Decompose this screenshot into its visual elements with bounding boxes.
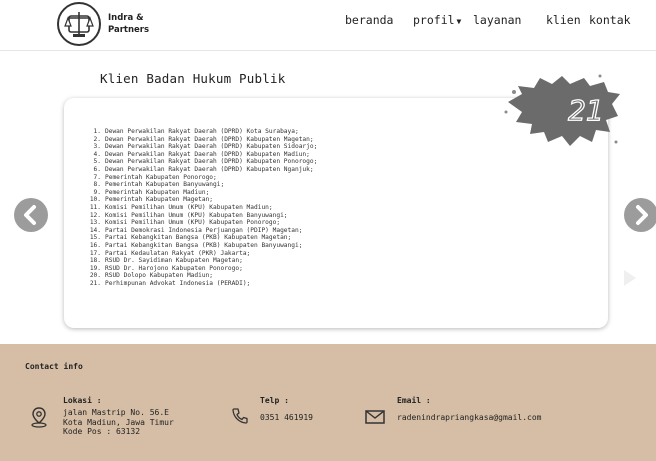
- client-item-number: 10.: [89, 196, 101, 204]
- nav-profil[interactable]: profil ▼: [413, 13, 461, 27]
- client-list-item: 12. Komisi Pemilihan Umum (KPU) Kabupaten…: [86, 212, 317, 220]
- telp-value[interactable]: 0351 461919: [260, 413, 313, 423]
- client-list-item: 19. RSUD Dr. Harojono Kabupaten Ponorogo;: [86, 265, 317, 273]
- brand-line-1: Indra &: [108, 13, 144, 23]
- phone-icon: [232, 408, 248, 424]
- email-value[interactable]: radenindrapriangkasa@gmail.com: [397, 413, 542, 423]
- client-list-item: 3. Dewan Perwakilan Rakyat Daerah (DPRD) …: [86, 143, 318, 151]
- prev-button[interactable]: [14, 198, 48, 232]
- lokasi-label: Lokasi :: [63, 396, 102, 405]
- client-item-text: Pemerintah Kabupaten Banyuwangi;: [105, 181, 225, 189]
- telp-label: Telp :: [260, 396, 289, 405]
- client-item-number: 9.: [93, 188, 101, 196]
- nav-profil-label: profil: [413, 13, 455, 27]
- client-list-item: 1. Dewan Perwakilan Rakyat Daerah (DPRD) …: [86, 128, 317, 136]
- client-item-number: 20.: [89, 272, 101, 280]
- count-badge: 21: [500, 72, 622, 152]
- client-list-item: 7. Pemerintah Kabupaten Ponorogo;: [86, 174, 317, 182]
- client-item-number: 13.: [89, 219, 101, 227]
- client-item-number: 2.: [93, 135, 101, 143]
- chevron-down-icon: ▼: [456, 17, 462, 26]
- client-item-text: Dewan Perwakilan Rakyat Daerah (DPRD) Ka…: [105, 158, 318, 166]
- client-item-text: Dewan Perwakilan Rakyat Daerah (DPRD) Ka…: [105, 135, 314, 143]
- client-item-number: 7.: [93, 173, 101, 181]
- client-item-number: 15.: [89, 234, 101, 242]
- client-item-text: Komisi Pemilihan Umum (KPU) Kabupaten Ba…: [105, 211, 288, 219]
- nav-layanan[interactable]: layanan: [473, 13, 521, 27]
- client-list-item: 13. Komisi Pemilihan Umum (KPU) Kabupaten…: [86, 219, 317, 227]
- client-item-text: Dewan Perwakilan Rakyat Daerah (DPRD) Ka…: [105, 143, 318, 151]
- lokasi-line-2: Kota Madiun, Jawa Timur: [63, 417, 174, 427]
- client-list-item: 4. Dewan Perwakilan Rakyat Daerah (DPRD) …: [86, 151, 317, 159]
- client-item-number: 21.: [89, 279, 101, 287]
- client-item-text: Perhimpunan Advokat Indonesia (PERADI);: [105, 279, 251, 287]
- client-item-text: Partai Demokrasi Indonesia Perjuangan (P…: [105, 226, 303, 234]
- client-item-number: 8.: [93, 181, 101, 189]
- client-list-item: 10. Pemerintah Kabupaten Magetan;: [86, 196, 317, 204]
- client-item-number: 6.: [93, 165, 101, 173]
- client-item-text: RSUD Dolopo Kabupaten Madiun;: [105, 272, 214, 280]
- client-item-number: 1.: [93, 128, 101, 135]
- client-list-item: 2. Dewan Perwakilan Rakyat Daerah (DPRD) …: [86, 136, 317, 144]
- client-item-text: Dewan Perwakilan Rakyat Daerah (DPRD) Ka…: [105, 150, 310, 158]
- client-item-text: Pemerintah Kabupaten Ponorogo;: [105, 173, 217, 181]
- client-list-item: 15. Partai Kebangkitan Bangsa (PKB) Kabup…: [86, 234, 317, 242]
- client-list-item: 20. RSUD Dolopo Kabupaten Madiun;: [86, 272, 317, 280]
- play-icon: [624, 270, 636, 286]
- client-item-text: Pemerintah Kabupaten Madiun;: [105, 188, 210, 196]
- footer: Contact info Lokasi : jalan Mastrip No. …: [0, 344, 656, 461]
- section-title: Klien Badan Hukum Publik: [100, 71, 286, 86]
- site-header: Indra & Partners beranda profil ▼ layanan…: [0, 0, 656, 51]
- client-item-number: 5.: [93, 158, 101, 166]
- client-list-item: 18. RSUD Dr. Sayidiman Kabupaten Magetan;: [86, 257, 317, 265]
- next-button[interactable]: [624, 198, 656, 232]
- client-item-number: 18.: [89, 257, 101, 265]
- lokasi-line-1: jalan Mastrip No. 56.E: [63, 408, 169, 417]
- client-item-text: RSUD Dr. Harojono Kabupaten Ponorogo;: [105, 264, 243, 272]
- email-label: Email :: [397, 396, 431, 405]
- client-item-text: Komisi Pemilihan Umum (KPU) Kabupaten Po…: [105, 219, 281, 227]
- client-item-number: 19.: [89, 264, 101, 272]
- client-item-text: Partai Kedaulatan Rakyat (PKR) Jakarta;: [105, 249, 251, 257]
- badge-number: 21: [568, 94, 604, 127]
- logo-icon[interactable]: [57, 2, 101, 46]
- contact-heading: Contact info: [25, 362, 83, 371]
- nav-kontak[interactable]: kontak: [589, 13, 631, 27]
- client-list-item: 8. Pemerintah Kabupaten Banyuwangi;: [86, 181, 317, 189]
- client-item-text: Pemerintah Kabupaten Magetan;: [105, 196, 214, 204]
- client-item-number: 11.: [89, 203, 101, 211]
- client-item-text: RSUD Dr. Sayidiman Kabupaten Magetan;: [105, 257, 243, 265]
- client-item-number: 17.: [89, 249, 101, 257]
- client-item-number: 14.: [89, 226, 101, 234]
- lokasi-line-3: Kode Pos : 63132: [63, 427, 141, 436]
- client-item-number: 3.: [93, 143, 101, 151]
- lokasi-address: jalan Mastrip No. 56.E Kota Madiun, Jawa…: [63, 408, 174, 437]
- client-item-number: 12.: [89, 211, 101, 219]
- chevron-left-icon: [24, 205, 36, 225]
- nav-klien[interactable]: klien: [546, 13, 581, 27]
- client-list-item: 6. Dewan Perwakilan Rakyat Daerah (DPRD) …: [86, 166, 317, 174]
- client-list-item: 17. Partai Kedaulatan Rakyat (PKR) Jakart…: [86, 250, 317, 258]
- envelope-icon: [365, 410, 385, 424]
- client-list: 1. Dewan Perwakilan Rakyat Daerah (DPRD) …: [86, 128, 318, 288]
- client-item-number: 16.: [89, 241, 101, 249]
- client-item-text: Komisi Pemilihan Umum (KPU) Kabupaten Ma…: [105, 203, 273, 211]
- client-item-text: Dewan Perwakilan Rakyat Daerah (DPRD) Ka…: [105, 165, 314, 173]
- brand-line-2: Partners: [108, 25, 150, 35]
- client-list-item: 14. Partai Demokrasi Indonesia Perjuangan…: [86, 227, 317, 235]
- client-list-item: 11. Komisi Pemilihan Umum (KPU) Kabupaten…: [86, 204, 317, 212]
- client-list-item: 16. Partai Kebangkitan Bangsa (PKB) Kabup…: [86, 242, 317, 250]
- client-list-item: 21. Perhimpunan Advokat Indonesia (PERADI…: [86, 280, 317, 288]
- client-item-text: Partai Kebangkitan Bangsa (PKB) Kabupate…: [105, 241, 303, 249]
- nav-beranda[interactable]: beranda: [345, 13, 393, 27]
- client-item-number: 4.: [93, 150, 101, 158]
- location-pin-icon: [31, 407, 47, 428]
- brand-name[interactable]: Indra & Partners: [108, 12, 149, 36]
- client-list-item: 9. Pemerintah Kabupaten Madiun;: [86, 189, 317, 197]
- client-item-text: Dewan Perwakilan Rakyat Daerah (DPRD) Ko…: [105, 128, 299, 135]
- client-list-item: 5. Dewan Perwakilan Rakyat Daerah (DPRD) …: [86, 158, 318, 166]
- chevron-right-icon: [636, 205, 648, 225]
- client-item-text: Partai Kebangkitan Bangsa (PKB) Kabupate…: [105, 234, 292, 242]
